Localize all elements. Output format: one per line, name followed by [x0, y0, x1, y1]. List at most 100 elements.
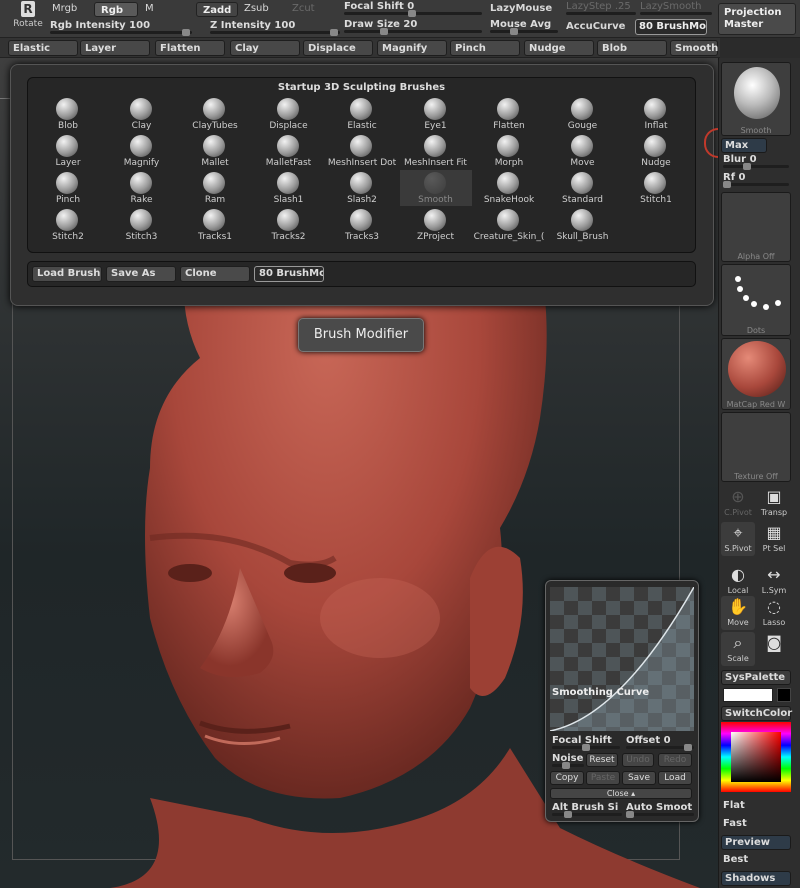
brush-item-skull-brush[interactable]: Skull_Brush — [547, 207, 619, 243]
secondary-color-swatch[interactable] — [777, 688, 791, 702]
brush-item-slash1[interactable]: Slash1 — [253, 170, 325, 206]
mrgb-toggle[interactable]: Mrgb — [52, 3, 77, 14]
curve-close-button[interactable]: Close ▴ — [550, 788, 692, 799]
brush-item-standard[interactable]: Standard — [547, 170, 619, 206]
brush-shortcut-pinch[interactable]: Pinch — [450, 40, 520, 56]
brush-item-snakehook[interactable]: SnakeHook — [473, 170, 545, 206]
brush-item-tracks3[interactable]: Tracks3 — [326, 207, 398, 243]
zcut-toggle[interactable]: Zcut — [292, 3, 315, 14]
brush-item-pinch[interactable]: Pinch — [32, 170, 104, 206]
projection-master-button[interactable]: Projection Master — [718, 3, 796, 35]
alt-brush-size-slider[interactable]: Alt Brush Si — [552, 802, 622, 818]
brush-modifier-slider[interactable]: 80 BrushMod — [635, 19, 707, 35]
brush-item-eye1[interactable]: Eye1 — [400, 96, 472, 132]
brush-shortcut-magnify[interactable]: Magnify — [377, 40, 447, 56]
color-picker[interactable] — [721, 722, 791, 792]
brush-item-flatten[interactable]: Flatten — [473, 96, 545, 132]
draw-size-slider[interactable]: Draw Size 20 — [344, 19, 482, 35]
brush-item-slash2[interactable]: Slash2 — [326, 170, 398, 206]
brush-shortcut-flatten[interactable]: Flatten — [155, 40, 225, 56]
lazymouse-toggle[interactable]: LazyMouse — [490, 3, 552, 14]
brush-modifier-field[interactable]: 80 BrushMod — [254, 266, 324, 282]
brush-item-inflat[interactable]: Inflat — [620, 96, 692, 132]
m-toggle[interactable]: M — [145, 3, 154, 14]
scale-button[interactable]: ⌕ Scale — [721, 632, 755, 666]
z-intensity-slider[interactable]: Z Intensity 100 — [210, 20, 340, 36]
brush-shortcut-smooth[interactable]: Smooth — [670, 40, 718, 56]
curve-save-button[interactable]: Save — [622, 771, 656, 785]
alpha-thumbnail[interactable]: Alpha Off — [721, 192, 791, 262]
brush-item-gouge[interactable]: Gouge — [547, 96, 619, 132]
lazysmooth-slider[interactable]: LazySmooth — [640, 1, 712, 15]
cpivot-button[interactable]: ⊕ C.Pivot — [721, 486, 755, 520]
texture-thumbnail[interactable]: Texture Off — [721, 412, 791, 482]
curve-reset-button[interactable]: Reset — [586, 753, 618, 767]
curve-undo-button[interactable]: Undo — [622, 753, 654, 767]
lazystep-slider[interactable]: LazyStep .25 — [566, 1, 636, 15]
color-picker-square[interactable] — [731, 732, 781, 782]
brush-shortcut-elastic[interactable]: Elastic — [8, 40, 78, 56]
brush-item-creature-skin[interactable]: Creature_Skin_( — [473, 207, 545, 243]
curve-graph[interactable] — [550, 587, 694, 731]
brush-item-move[interactable]: Move — [547, 133, 619, 169]
brush-item-meshinsert-fit[interactable]: MeshInsert Fit — [400, 133, 472, 169]
max-button[interactable]: Max — [721, 138, 767, 153]
curve-editor[interactable]: Smoothing Curve — [550, 587, 694, 731]
brush-item-blob[interactable]: Blob — [32, 96, 104, 132]
preview-render-button[interactable]: Preview — [721, 835, 791, 850]
stroke-thumbnail[interactable]: Dots — [721, 264, 791, 336]
curve-copy-button[interactable]: Copy — [550, 771, 584, 785]
flat-render-button[interactable]: Flat — [723, 800, 745, 811]
curve-focal-shift-slider[interactable]: Focal Shift — [552, 735, 620, 751]
curve-load-button[interactable]: Load — [658, 771, 692, 785]
brush-item-ram[interactable]: Ram — [179, 170, 251, 206]
brush-item-displace[interactable]: Displace — [253, 96, 325, 132]
brush-item-clay[interactable]: Clay — [106, 96, 178, 132]
brush-item-nudge[interactable]: Nudge — [620, 133, 692, 169]
lasso-button[interactable]: ◌ Lasso — [757, 596, 791, 630]
matcap-thumbnail[interactable]: MatCap Red W — [721, 338, 791, 410]
brush-item-zproject[interactable]: ZProject — [400, 207, 472, 243]
brush-item-mallet[interactable]: Mallet — [179, 133, 251, 169]
snapshot-button[interactable]: ◙ — [757, 632, 791, 666]
brush-item-malletfast[interactable]: MalletFast — [253, 133, 325, 169]
zadd-toggle[interactable]: Zadd — [196, 2, 238, 17]
brush-item-meshinsert-dot[interactable]: MeshInsert Dot — [326, 133, 398, 169]
brush-shortcut-displace[interactable]: Displace — [303, 40, 373, 56]
brush-item-claytubes[interactable]: ClayTubes — [179, 96, 251, 132]
brush-shortcut-blob[interactable]: Blob — [597, 40, 667, 56]
current-brush-thumbnail[interactable]: Smooth — [721, 62, 791, 136]
curve-paste-button[interactable]: Paste — [586, 771, 620, 785]
rf-slider[interactable]: Rf 0 — [723, 172, 789, 188]
local-button[interactable]: ◐ Local — [721, 564, 755, 598]
brush-shortcut-layer[interactable]: Layer — [80, 40, 150, 56]
main-color-swatch[interactable] — [723, 688, 773, 702]
rotate-button[interactable]: R Rotate — [10, 1, 46, 35]
rgb-toggle[interactable]: Rgb — [94, 2, 138, 17]
fast-render-button[interactable]: Fast — [723, 818, 747, 829]
syspalette-button[interactable]: SysPalette — [721, 670, 791, 685]
curve-redo-button[interactable]: Redo — [658, 753, 692, 767]
auto-smooth-slider[interactable]: Auto Smoot — [626, 802, 694, 818]
move-button[interactable]: ✋ Move — [721, 596, 755, 630]
blur-slider[interactable]: Blur 0 — [723, 154, 789, 170]
brush-item-stitch3[interactable]: Stitch3 — [106, 207, 178, 243]
brush-item-tracks1[interactable]: Tracks1 — [179, 207, 251, 243]
focal-shift-slider[interactable]: Focal Shift 0 — [344, 1, 482, 17]
brush-item-elastic[interactable]: Elastic — [326, 96, 398, 132]
brush-item-stitch1[interactable]: Stitch1 — [620, 170, 692, 206]
zsub-toggle[interactable]: Zsub — [244, 3, 269, 14]
best-render-button[interactable]: Best — [723, 854, 748, 865]
pt-sel-button[interactable]: ▦ Pt Sel — [757, 522, 791, 556]
brush-item-layer[interactable]: Layer — [32, 133, 104, 169]
brush-item-tracks2[interactable]: Tracks2 — [253, 207, 325, 243]
mouse-avg-slider[interactable]: Mouse Avg — [490, 19, 558, 35]
clone-button[interactable]: Clone — [180, 266, 250, 282]
load-brush-button[interactable]: Load Brush — [32, 266, 102, 282]
brush-item-stitch2[interactable]: Stitch2 — [32, 207, 104, 243]
curve-noise-slider[interactable]: Noise — [552, 753, 584, 769]
lsym-button[interactable]: ↔ L.Sym — [757, 564, 791, 598]
brush-item-rake[interactable]: Rake — [106, 170, 178, 206]
shadows-button[interactable]: Shadows — [721, 871, 791, 886]
brush-item-magnify[interactable]: Magnify — [106, 133, 178, 169]
